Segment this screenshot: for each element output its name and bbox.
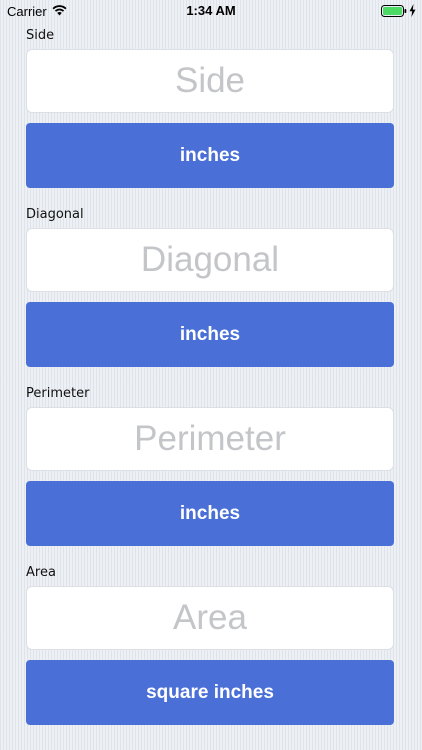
- side-input[interactable]: [26, 49, 394, 113]
- side-label: Side: [26, 28, 55, 43]
- diagonal-label: Diagonal: [26, 207, 84, 222]
- clock: 1:34 AM: [186, 3, 236, 18]
- perimeter-unit-button[interactable]: inches: [26, 481, 394, 546]
- status-bar: Carrier 1:34 AM: [0, 0, 422, 22]
- side-unit-button[interactable]: inches: [26, 123, 394, 188]
- bolt-icon: [409, 4, 416, 17]
- perimeter-input[interactable]: [26, 407, 394, 471]
- area-unit-button[interactable]: square inches: [26, 660, 394, 725]
- diagonal-unit-button[interactable]: inches: [26, 302, 394, 367]
- battery-full-icon: [381, 5, 407, 17]
- area-input[interactable]: [26, 586, 394, 650]
- area-label: Area: [26, 565, 56, 580]
- perimeter-label: Perimeter: [26, 386, 90, 401]
- diagonal-input[interactable]: [26, 228, 394, 292]
